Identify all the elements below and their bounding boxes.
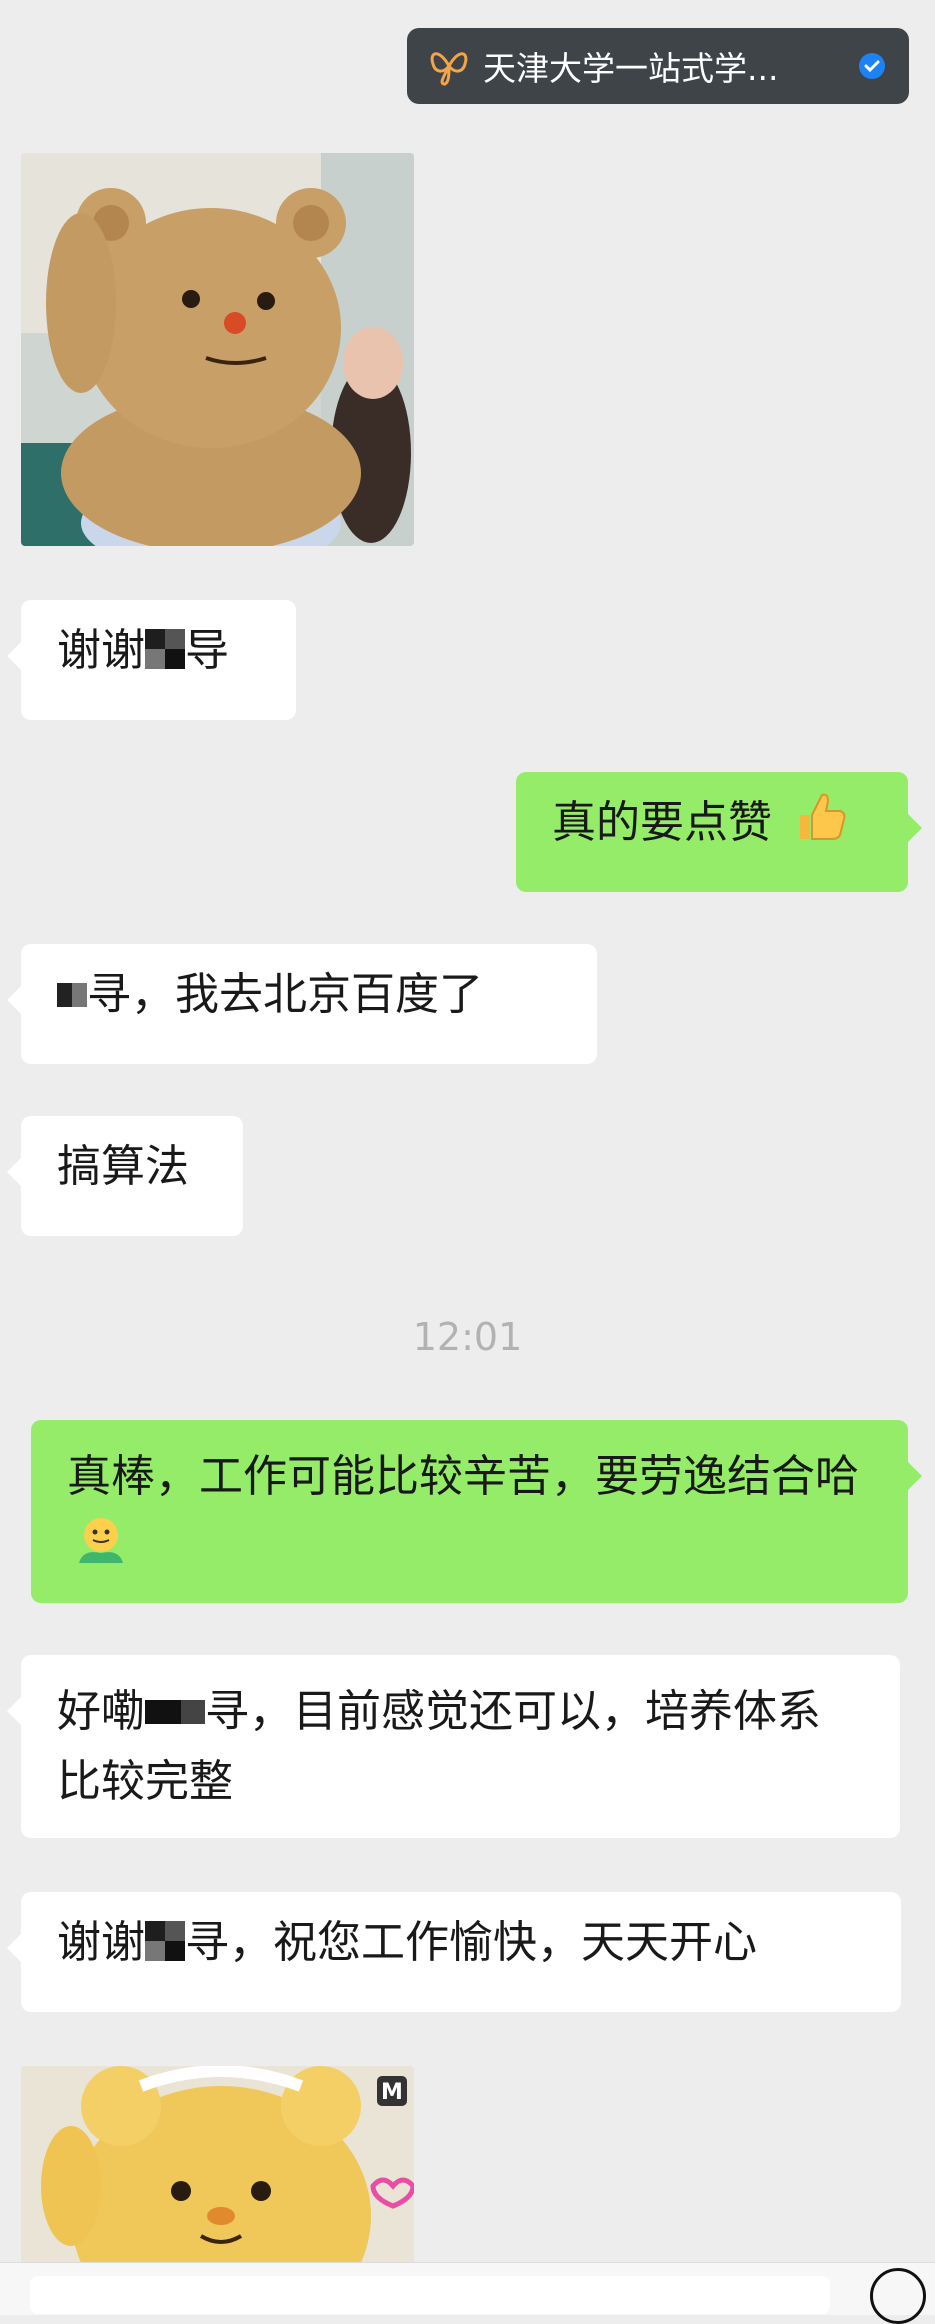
yellow-bear-sticker: M — [21, 2066, 414, 2266]
voice-button-icon[interactable] — [870, 2268, 926, 2324]
thumbs-up-icon — [800, 793, 846, 840]
butterfly-logo-icon — [430, 52, 468, 86]
smiley-hug-icon — [79, 1518, 123, 1563]
message-timestamp: 12:01 — [412, 1315, 523, 1359]
mosaic-redaction — [145, 629, 185, 669]
message-outgoing-encourage[interactable]: 真棒，工作可能比较辛苦，要劳逸结合哈 — [31, 1420, 922, 1603]
mosaic-redaction — [145, 1700, 205, 1724]
message-text-prefix: 谢谢 — [57, 625, 145, 676]
message-text: 搞算法 — [57, 1141, 189, 1192]
message-text: 真棒，工作可能比较辛苦，要劳逸结合哈 — [67, 1451, 859, 1502]
mosaic-redaction — [145, 1921, 185, 1961]
message-incoming-algorithm[interactable]: 搞算法 — [7, 1116, 243, 1236]
official-account-card[interactable]: 天津大学一站式学... — [407, 28, 909, 104]
image-message-yellow-bear[interactable]: M — [21, 2066, 414, 2266]
official-account-name: 天津大学一站式学... — [483, 49, 779, 88]
mosaic-redaction — [57, 983, 87, 1007]
message-text-suffix: 寻，祝您工作愉快，天天开心 — [185, 1917, 757, 1968]
message-input-field[interactable] — [30, 2276, 830, 2314]
message-outgoing-like[interactable]: 真的要点赞 — [516, 772, 922, 892]
message-text-prefix: 谢谢 — [57, 1917, 145, 1968]
message-incoming-wishes[interactable]: 谢谢 寻，祝您工作愉快，天天开心 — [7, 1892, 901, 2012]
message-incoming-reply[interactable]: 好嘞 寻，目前感觉还可以，培养体系比较完整 — [7, 1655, 900, 1838]
message-text: 真的要点赞 — [552, 797, 772, 848]
image-message-bear[interactable] — [21, 153, 414, 546]
message-incoming-baidu[interactable]: 寻，我去北京百度了 — [7, 944, 597, 1064]
message-text: 寻，我去北京百度了 — [87, 969, 483, 1020]
svg-text:M: M — [381, 2080, 403, 2105]
verified-check-icon — [859, 53, 885, 79]
message-text-suffix: 导 — [185, 625, 229, 676]
message-text-prefix: 好嘞 — [57, 1686, 145, 1737]
message-incoming-thanks[interactable]: 谢谢导 — [7, 600, 296, 720]
bear-mascot-sticker — [21, 153, 414, 546]
